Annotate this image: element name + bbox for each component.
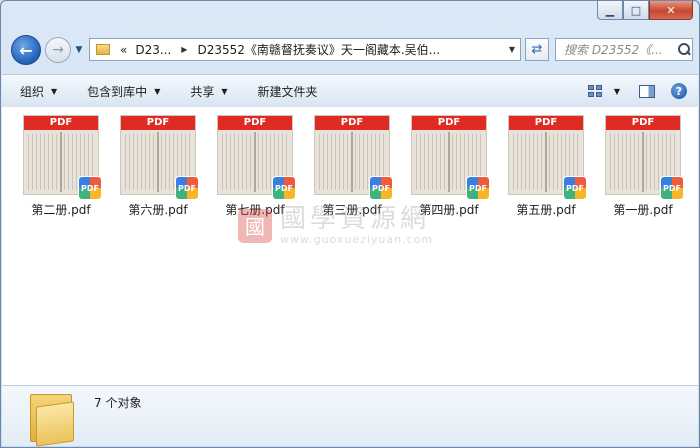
recent-pages-dropdown[interactable]: ▼ (73, 43, 85, 57)
view-icon (587, 85, 602, 97)
file-list-area[interactable]: PDF PDF 第二册.pdf PDF PDF 第六册.pdf PDF PDF (2, 107, 698, 385)
file-item[interactable]: PDF PDF 第二册.pdf (18, 115, 104, 218)
file-item[interactable]: PDF PDF 第七册.pdf (212, 115, 298, 218)
file-name[interactable]: 第五册.pdf (516, 201, 575, 218)
include-in-library-button[interactable]: 包含到库中 ▼ (69, 75, 172, 107)
pdf-app-icon: PDF (660, 176, 684, 200)
pdf-app-icon: PDF (563, 176, 587, 200)
folder-icon (96, 44, 110, 55)
chevron-down-icon: ▼ (75, 45, 83, 55)
pdf-app-icon: PDF (78, 176, 102, 200)
pdf-thumbnail: PDF PDF (314, 115, 393, 200)
watermark-title: 國學資源網 (280, 204, 431, 234)
file-item[interactable]: PDF PDF 第五册.pdf (503, 115, 589, 218)
address-dropdown-icon[interactable]: ▼ (504, 45, 520, 54)
thumbnail-banner: PDF (606, 116, 680, 130)
pdf-thumbnail: PDF PDF (217, 115, 296, 200)
caption-buttons: ▁ □ ✕ (597, 1, 693, 20)
navigation-bar: ← → ▼ « D23... ▶ D23552《南赣督抚奏议》天一阁藏本.吴伯.… (9, 35, 693, 65)
new-folder-label: 新建文件夹 (257, 84, 318, 99)
include-in-library-label: 包含到库中 (87, 84, 148, 99)
search-icon[interactable] (676, 42, 692, 58)
thumbnail-banner: PDF (24, 116, 98, 130)
thumbnail-banner: PDF (218, 116, 292, 130)
folder-icon (28, 390, 74, 447)
minimize-button[interactable]: ▁ (597, 1, 623, 20)
pdf-app-icon: PDF (369, 176, 393, 200)
chevron-down-icon: ▼ (51, 86, 58, 96)
site-watermark: 國 國學資源網 www.guoxueziyuan.com (238, 205, 433, 246)
preview-pane-button[interactable] (634, 80, 660, 102)
refresh-button[interactable]: ⇄ (525, 38, 549, 61)
file-item[interactable]: PDF PDF 第六册.pdf (115, 115, 201, 218)
item-count: 7 个对象 (94, 396, 142, 410)
pdf-thumbnail: PDF PDF (508, 115, 587, 200)
explorer-window: ▁ □ ✕ ← → ▼ « D23... ▶ D23552《南赣督抚奏议》天一阁… (0, 0, 700, 448)
details-pane: 7 个对象 (2, 385, 698, 447)
share-label: 共享 (190, 84, 215, 99)
command-bar: 组织 ▼ 包含到库中 ▼ 共享 ▼ 新建文件夹 ▼ ? (2, 74, 698, 108)
pdf-app-icon: PDF (466, 176, 490, 200)
breadcrumb-segment-current[interactable]: D23552《南赣督抚奏议》天一阁藏本.吴伯... (193, 41, 444, 58)
maximize-button[interactable]: □ (623, 1, 649, 20)
watermark-seal-icon: 國 (238, 208, 272, 243)
address-overflow[interactable]: « (116, 43, 131, 57)
breadcrumb-segment-parent[interactable]: D23... (131, 43, 175, 57)
new-folder-button[interactable]: 新建文件夹 (240, 75, 330, 107)
pdf-thumbnail: PDF PDF (411, 115, 490, 200)
chevron-down-icon: ▼ (154, 86, 161, 96)
file-name[interactable]: 第二册.pdf (31, 201, 90, 218)
thumbnail-banner: PDF (412, 116, 486, 130)
pdf-app-icon: PDF (272, 176, 296, 200)
watermark-url: www.guoxueziyuan.com (280, 233, 434, 246)
thumbnail-banner: PDF (509, 116, 583, 130)
breadcrumb-separator-icon[interactable]: ▶ (175, 45, 193, 54)
file-name[interactable]: 第一册.pdf (613, 201, 672, 218)
change-view-button[interactable] (582, 80, 608, 102)
organize-button[interactable]: 组织 ▼ (2, 75, 69, 107)
pdf-thumbnail: PDF PDF (23, 115, 102, 200)
help-button[interactable]: ? (666, 80, 692, 102)
forward-arrow-icon: → (52, 42, 64, 58)
address-bar[interactable]: « D23... ▶ D23552《南赣督抚奏议》天一阁藏本.吴伯... ▼ (89, 38, 521, 61)
file-item[interactable]: PDF PDF 第四册.pdf (406, 115, 492, 218)
back-button[interactable]: ← (11, 35, 41, 65)
close-button[interactable]: ✕ (649, 1, 693, 20)
thumbnail-banner: PDF (315, 116, 389, 130)
file-item[interactable]: PDF PDF 第三册.pdf (309, 115, 395, 218)
view-options-dropdown[interactable]: ▼ (614, 87, 620, 96)
chevron-down-icon: ▼ (221, 86, 228, 96)
pdf-app-icon: PDF (175, 176, 199, 200)
refresh-icon: ⇄ (531, 42, 543, 57)
search-input[interactable]: 搜索 D23552《... (556, 41, 676, 58)
file-name[interactable]: 第六册.pdf (128, 201, 187, 218)
back-arrow-icon: ← (19, 40, 33, 60)
thumbnail-banner: PDF (121, 116, 195, 130)
preview-pane-icon (639, 84, 655, 98)
share-button[interactable]: 共享 ▼ (172, 75, 239, 107)
search-box[interactable]: 搜索 D23552《... (555, 38, 693, 61)
pdf-thumbnail: PDF PDF (605, 115, 684, 200)
organize-label: 组织 (20, 84, 45, 99)
pdf-thumbnail: PDF PDF (120, 115, 199, 200)
help-icon: ? (671, 83, 687, 99)
forward-button[interactable]: → (45, 37, 71, 63)
file-item[interactable]: PDF PDF 第一册.pdf (600, 115, 686, 218)
